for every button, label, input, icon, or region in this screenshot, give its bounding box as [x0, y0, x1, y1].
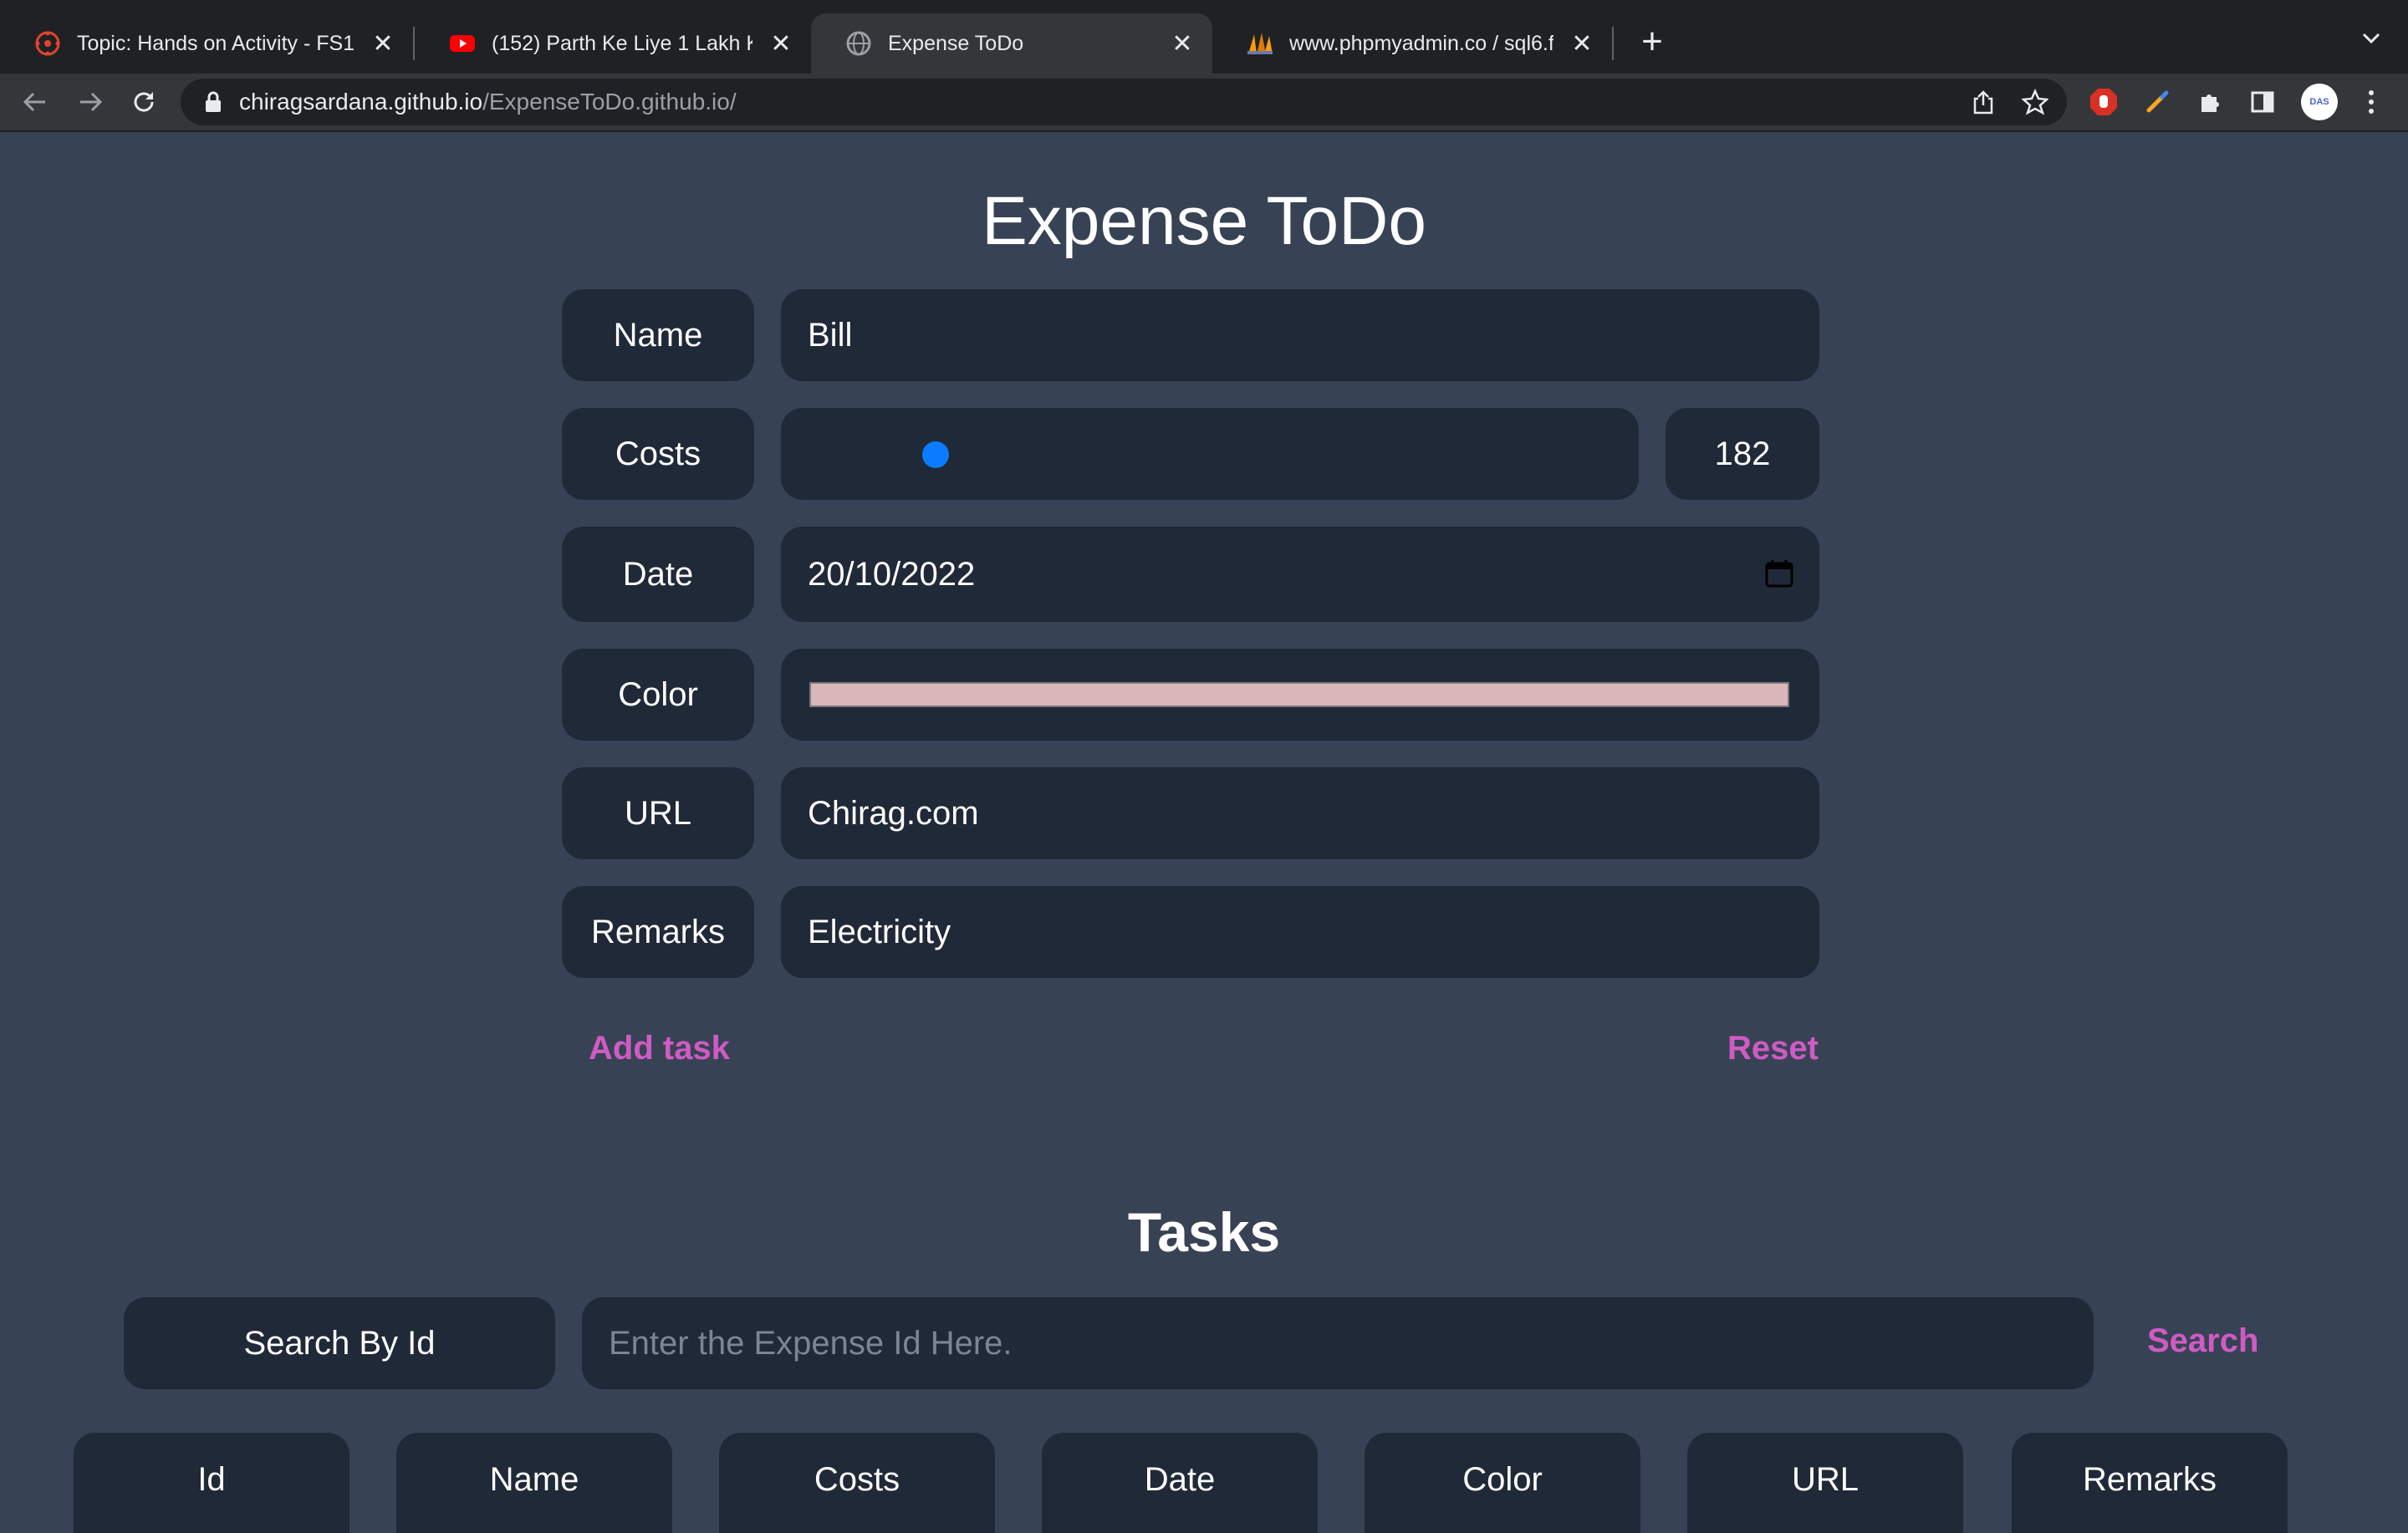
close-tab-icon[interactable]: ✕	[766, 28, 796, 59]
arrow-left-icon	[23, 92, 45, 112]
tab-youtube[interactable]: (152) Parth Ke Liye 1 Lakh Ka S ✕	[415, 13, 811, 74]
url-path: /ExpenseToDo.github.io/	[482, 89, 737, 115]
browser-menu-button[interactable]	[2354, 85, 2388, 119]
color-swatch[interactable]	[809, 682, 1789, 707]
name-label: Name	[562, 289, 754, 381]
remarks-label: Remarks	[562, 886, 754, 978]
globe-icon	[846, 31, 871, 56]
side-panel-icon	[2251, 91, 2274, 113]
puzzle-icon	[2201, 94, 2219, 112]
back-button[interactable]	[18, 85, 52, 119]
tab-title: Expense ToDo	[888, 31, 1024, 55]
costs-slider-thumb[interactable]	[921, 441, 949, 468]
date-label: Date	[562, 527, 754, 622]
adblock-extension-button[interactable]	[2087, 85, 2120, 119]
reset-button[interactable]: Reset	[1727, 1030, 1819, 1067]
close-tab-icon[interactable]: ✕	[1567, 28, 1597, 59]
chevron-down-icon	[2362, 33, 2380, 44]
lock-icon	[206, 91, 221, 112]
column-header-remarks: Remarks	[2012, 1433, 2288, 1533]
page-title: Expense ToDo	[982, 183, 1426, 259]
tab-expense-todo[interactable]: Expense ToDo ✕	[811, 13, 1212, 74]
new-tab-button[interactable]: +	[1632, 21, 1672, 62]
canvas-lms-icon	[35, 31, 60, 56]
arrow-right-icon	[80, 92, 103, 112]
url-label: URL	[562, 767, 754, 859]
tab-phpmyadmin[interactable]: www.phpmyadmin.co / sql6.fre ✕	[1212, 13, 1612, 74]
costs-slider[interactable]	[781, 408, 1639, 500]
tab-canvas[interactable]: Topic: Hands on Activity - FS1 | ✕	[0, 13, 413, 74]
color-input[interactable]	[781, 649, 1819, 741]
remarks-input[interactable]: Electricity	[781, 886, 1819, 978]
tab-title: Topic: Hands on Activity - FS1 |	[77, 31, 355, 55]
reload-button[interactable]	[127, 85, 161, 119]
forward-button[interactable]	[74, 85, 107, 119]
color-label: Color	[562, 649, 754, 741]
url-input[interactable]: Chirag.com	[781, 767, 1819, 859]
youtube-icon	[450, 35, 475, 52]
add-task-button[interactable]: Add task	[589, 1030, 730, 1067]
tab-title: www.phpmyadmin.co / sql6.fre	[1289, 31, 1553, 55]
tab-search-button[interactable]	[2356, 23, 2386, 53]
date-input[interactable]: 20/10/2022	[781, 527, 1819, 622]
search-by-id-label: Search By Id	[124, 1297, 555, 1389]
costs-value: 182	[1666, 408, 1819, 500]
column-header-url: URL	[1687, 1433, 1963, 1533]
color-picker-extension-button[interactable]	[2140, 85, 2174, 119]
bookmark-button[interactable]	[2020, 87, 2050, 117]
column-header-date: Date	[1042, 1433, 1318, 1533]
search-button[interactable]: Search	[2147, 1322, 2258, 1360]
close-tab-icon[interactable]: ✕	[1167, 28, 1197, 59]
column-header-color: Color	[1365, 1433, 1640, 1533]
column-header-name: Name	[396, 1433, 672, 1533]
column-header-id: Id	[74, 1433, 349, 1533]
side-panel-button[interactable]	[2246, 85, 2279, 119]
kebab-menu-icon	[2369, 90, 2374, 114]
calendar-icon[interactable]	[1764, 558, 1794, 588]
browser-tab-strip: Topic: Hands on Activity - FS1 | ✕ (152)…	[0, 0, 2408, 74]
search-id-input[interactable]	[582, 1297, 2094, 1389]
reload-icon	[134, 92, 154, 112]
browser-toolbar: chiragsardana.github.io/ExpenseToDo.gith…	[0, 74, 2408, 132]
close-tab-icon[interactable]: ✕	[368, 28, 398, 59]
phpmyadmin-icon	[1247, 33, 1273, 54]
share-icon	[1973, 90, 1993, 115]
tab-divider	[1612, 27, 1614, 60]
share-button[interactable]	[1968, 87, 1998, 117]
address-bar[interactable]: chiragsardana.github.io/ExpenseToDo.gith…	[181, 79, 2067, 125]
eyedropper-icon	[2146, 90, 2169, 113]
stop-hand-icon	[2090, 89, 2117, 115]
column-header-costs: Costs	[719, 1433, 995, 1533]
date-value: 20/10/2022	[808, 555, 976, 593]
extensions-button[interactable]	[2194, 85, 2227, 119]
url-host: chiragsardana.github.io	[239, 89, 483, 115]
star-icon	[2022, 89, 2048, 115]
tab-title: (152) Parth Ke Liye 1 Lakh Ka S	[492, 31, 752, 55]
costs-label: Costs	[562, 408, 754, 500]
profile-avatar[interactable]: DAS	[2301, 84, 2338, 120]
name-input[interactable]: Bill	[781, 289, 1819, 381]
tasks-title: Tasks	[1127, 1201, 1281, 1263]
